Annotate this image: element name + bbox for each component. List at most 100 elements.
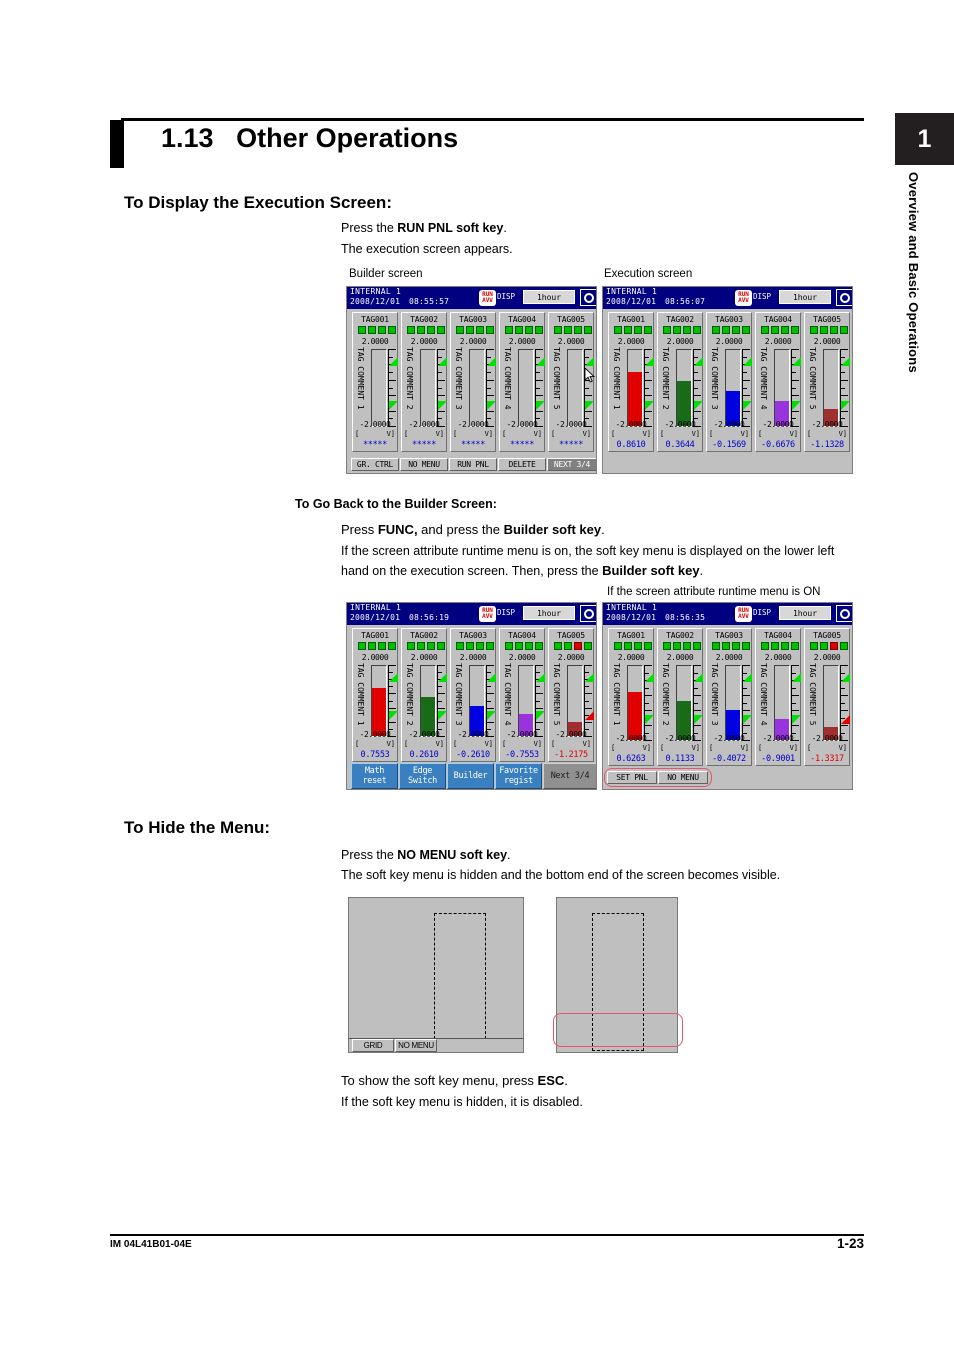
alarm-indicator-row xyxy=(712,642,750,650)
lcd-time: 08:56:19 xyxy=(409,613,450,622)
alarm-marker-upper-icon xyxy=(743,673,752,682)
bar-gauge xyxy=(371,349,387,427)
scale-tick xyxy=(742,688,747,689)
alarm-marker-lower-icon xyxy=(585,711,594,720)
menu-key-next-3-4[interactable]: Next 3/4 xyxy=(543,763,596,789)
footer-rule xyxy=(110,1234,864,1236)
digital-value: 0.6263 xyxy=(616,754,646,764)
alarm-indicator-row xyxy=(456,642,494,650)
scale-tick xyxy=(437,418,442,419)
disp-label: DISP xyxy=(497,608,516,617)
scale-tick xyxy=(388,701,393,702)
scale-tick xyxy=(644,388,649,389)
unit-bracket-left: [ xyxy=(502,740,507,748)
alarm-marker-upper-icon xyxy=(743,357,752,366)
digital-value: -0.9001 xyxy=(761,754,795,764)
menu-key-favorite[interactable]: Favorite regist xyxy=(495,763,542,789)
time-span-box[interactable]: 1hour xyxy=(523,290,575,304)
scale-lower-value: -2.0000 xyxy=(408,730,440,739)
disp-label: DISP xyxy=(753,608,772,617)
scale-tick xyxy=(388,708,396,709)
softkey-grid[interactable]: GRID xyxy=(352,1039,394,1052)
bar-gauge xyxy=(518,665,534,737)
softkey-delete[interactable]: DELETE xyxy=(498,458,546,471)
alarm-indicator-green xyxy=(417,326,425,334)
display-mode-button[interactable] xyxy=(580,605,596,622)
scale-tick xyxy=(486,693,494,694)
caption-builder-screen: Builder screen xyxy=(349,268,423,280)
alarm-indicator-green xyxy=(584,642,592,650)
alarm-indicator-green xyxy=(781,326,789,334)
display-mode-button[interactable] xyxy=(836,289,852,306)
scale-tick xyxy=(791,695,799,696)
tag-panel: TAG005 2.0000 TAG COMMENT 5 -2.0000[V] -1.13… xyxy=(804,312,850,452)
tag-comment-label: TAG COMMENT 4 xyxy=(759,663,768,726)
menu-key-math[interactable]: Math reset xyxy=(351,763,398,789)
alarm-marker-lower-icon xyxy=(694,715,703,724)
softkey-run-pnl[interactable]: RUN PNL xyxy=(449,458,497,471)
digital-value: -0.7553 xyxy=(505,750,539,760)
digital-value: -1.1328 xyxy=(810,440,844,450)
bar-gauge xyxy=(420,349,436,427)
softkey-next-3-4[interactable]: NEXT 3/4 xyxy=(547,458,596,471)
scale-tick xyxy=(535,418,540,419)
scale-tick xyxy=(388,388,393,389)
lcd-date: 2008/12/01 xyxy=(606,613,657,622)
alarm-indicator-row xyxy=(554,326,592,334)
unit-bracket-right: V] xyxy=(386,430,395,438)
scale-tick xyxy=(437,411,445,412)
softkey-no-menu[interactable]: NO MENU xyxy=(658,771,708,784)
scale-tick xyxy=(486,665,494,666)
page-title: 1.13 Other Operations xyxy=(137,123,458,154)
alarm-indicator-green xyxy=(712,326,720,334)
softkey-set-pnl[interactable]: SET PNL xyxy=(607,771,657,784)
scale-tick xyxy=(791,688,796,689)
alarm-indicator-row xyxy=(663,326,701,334)
time-span-box[interactable]: 1hour xyxy=(779,606,831,620)
text-fragment: . xyxy=(601,522,605,537)
scale-tick xyxy=(693,710,701,711)
alarm-marker-upper-icon xyxy=(487,673,496,682)
menu-key-line1: Next 3/4 xyxy=(550,771,590,781)
lcd-group-name: INTERNAL 1 xyxy=(606,603,658,612)
tag-comment-label: TAG COMMENT 5 xyxy=(808,663,817,726)
alarm-indicator-green xyxy=(466,642,474,650)
alarm-marker-lower-icon xyxy=(487,711,496,720)
alarm-indicator-green xyxy=(791,326,799,334)
menu-key-builder[interactable]: Builder xyxy=(447,763,494,789)
section-title-text: Other Operations xyxy=(236,123,459,153)
display-mode-button[interactable] xyxy=(836,605,852,622)
softkey-no-menu[interactable]: NO MENU xyxy=(395,1039,437,1052)
text-fragment: Press xyxy=(341,522,378,537)
unit-bracket-left: [ xyxy=(355,430,360,438)
bar-gauge xyxy=(567,665,583,737)
alarm-marker-upper-icon xyxy=(487,357,496,366)
scale-tick xyxy=(693,688,698,689)
tag-comment-label: TAG COMMENT 1 xyxy=(612,347,621,410)
scale-tick xyxy=(584,686,589,687)
time-span-box[interactable]: 1hour xyxy=(779,290,831,304)
tag-comment-label: TAG COMMENT 4 xyxy=(759,347,768,410)
scale-tick xyxy=(840,372,845,373)
softkey-no-menu[interactable]: NO MENU xyxy=(400,458,448,471)
alarm-indicator-green xyxy=(515,326,523,334)
text-fragment: . xyxy=(699,564,704,578)
softkey-gr-ctrl[interactable]: GR. CTRL xyxy=(351,458,399,471)
footer-page-number: 1-23 xyxy=(836,1236,864,1251)
time-span-box[interactable]: 1hour xyxy=(523,606,575,620)
menu-key-edge[interactable]: Edge Switch xyxy=(399,763,446,789)
unit-bracket-left: [ xyxy=(551,430,556,438)
scale-tick xyxy=(693,418,698,419)
alarm-indicator-green xyxy=(476,642,484,650)
scale-tick xyxy=(840,688,845,689)
scale-lower-value: -2.0000 xyxy=(811,420,843,429)
display-mode-button[interactable] xyxy=(580,289,596,306)
text-runtime-menu-note-b: hand on the execution screen. Then, pres… xyxy=(341,562,703,581)
alarm-indicator-row xyxy=(761,642,799,650)
alarm-indicator-row xyxy=(358,642,396,650)
unit-row: [V] xyxy=(660,430,700,438)
scale-tick xyxy=(840,665,848,666)
scale-tick xyxy=(388,372,393,373)
alarm-marker-upper-icon xyxy=(841,357,850,366)
alarm-marker-lower-icon xyxy=(743,401,752,410)
